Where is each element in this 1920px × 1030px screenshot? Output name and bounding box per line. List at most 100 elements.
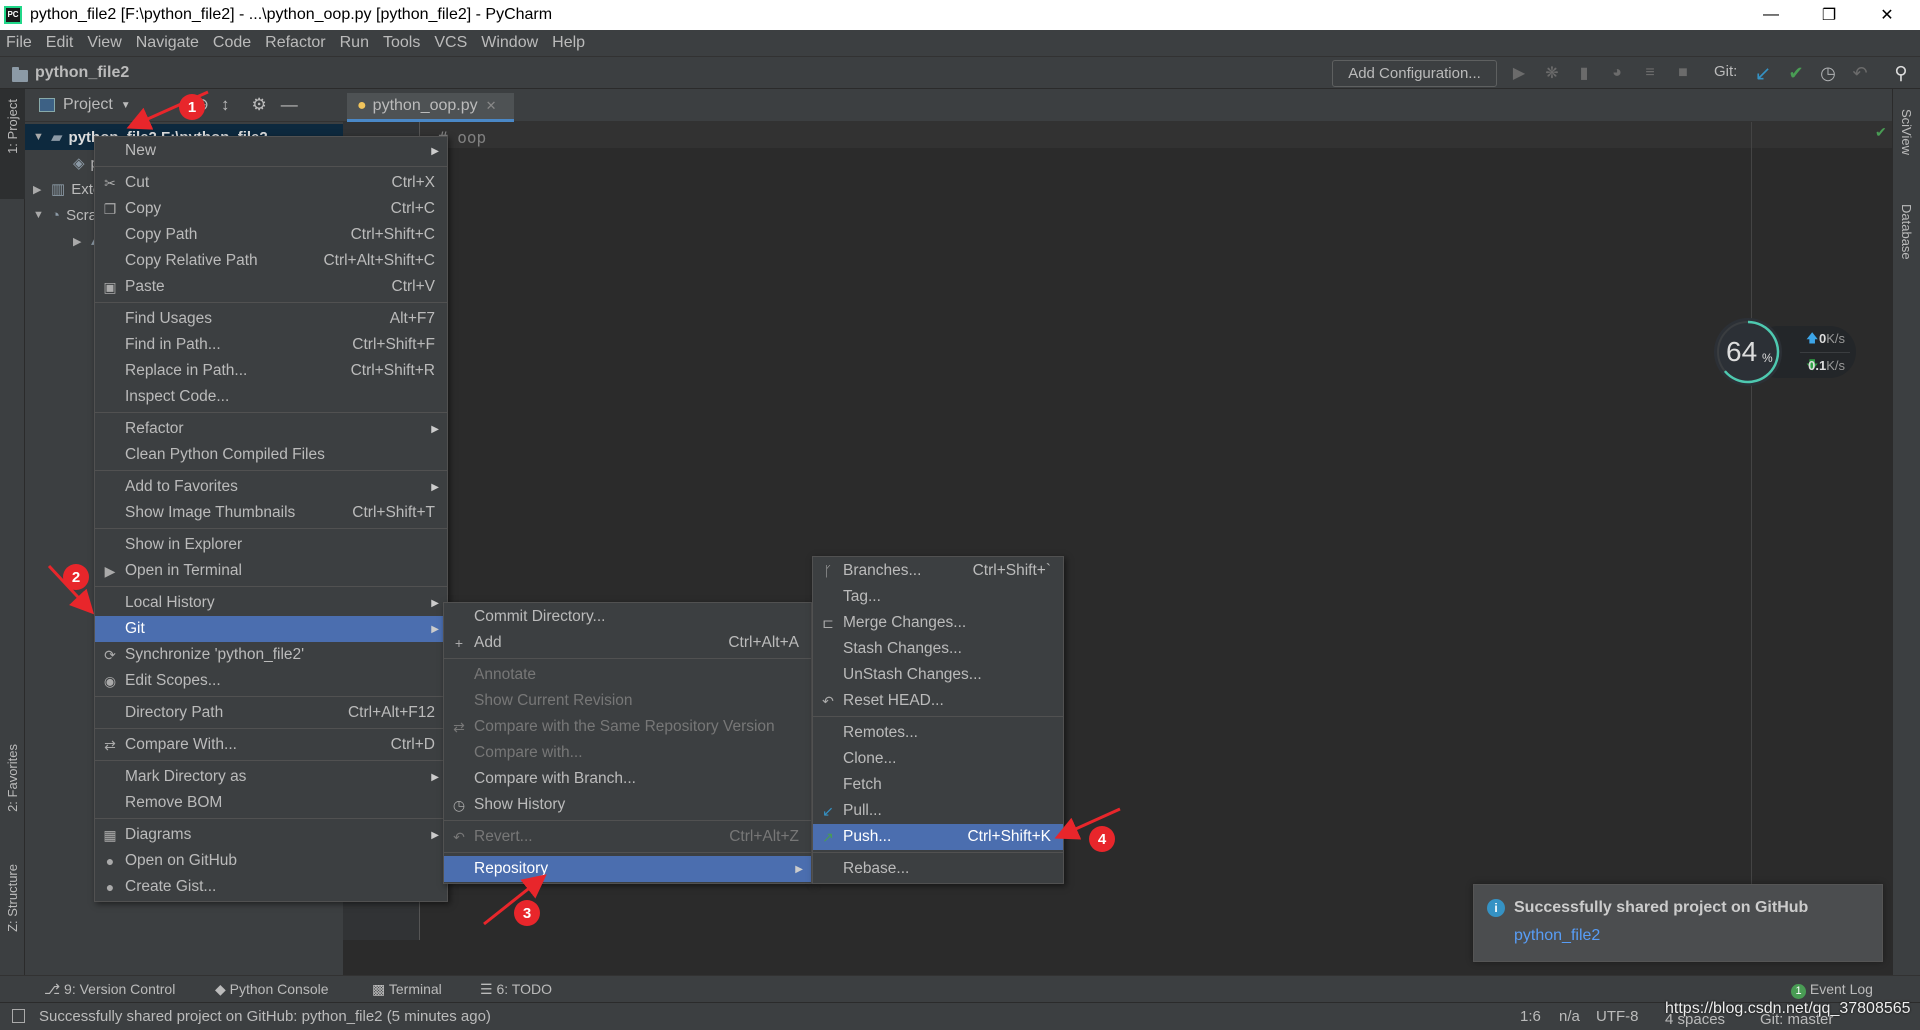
menu-item-commit-directory[interactable]: Commit Directory... <box>444 604 811 630</box>
menu-view[interactable]: View <box>87 34 121 52</box>
expand-down-icon[interactable]: ▼ <box>33 131 51 143</box>
git-rollback-icon[interactable]: ↶ <box>1849 62 1871 84</box>
expand-down-icon[interactable]: ▼ <box>33 209 51 221</box>
file-encoding[interactable]: UTF-8 <box>1596 1008 1639 1025</box>
close-button[interactable]: ✕ <box>1864 0 1910 30</box>
profile-icon[interactable]: ◕ <box>1606 62 1628 84</box>
menu-item-edit-scopes[interactable]: ◉ Edit Scopes... <box>95 668 447 694</box>
menu-item-show-image-thumbnails[interactable]: Show Image Thumbnails Ctrl+Shift+T <box>95 500 447 526</box>
status-message[interactable]: Successfully shared project on GitHub: p… <box>39 1008 491 1025</box>
menu-edit[interactable]: Edit <box>46 34 74 52</box>
menu-item-refactor[interactable]: Refactor ▶ <box>95 416 447 442</box>
chevron-down-icon[interactable]: ▼ <box>121 100 131 111</box>
menu-item-copy-path[interactable]: Copy Path Ctrl+Shift+C <box>95 222 447 248</box>
menu-item-new[interactable]: New ▶ <box>95 138 447 164</box>
menu-item-synchronize-python-file2[interactable]: ⟳ Synchronize 'python_file2' <box>95 642 447 668</box>
menu-item-add-to-favorites[interactable]: Add to Favorites ▶ <box>95 474 447 500</box>
menu-vcs[interactable]: VCS <box>434 34 467 52</box>
project-breadcrumb[interactable]: python_file2 <box>35 64 129 82</box>
menu-item-clean-python-compiled-files[interactable]: Clean Python Compiled Files <box>95 442 447 468</box>
sciview-tool-button[interactable]: SciView <box>1899 109 1914 155</box>
menu-item-local-history[interactable]: Local History ▶ <box>95 590 447 616</box>
concurrency-icon[interactable]: ≡ <box>1639 62 1661 84</box>
menu-item-add[interactable]: + Add Ctrl+Alt+A <box>444 630 811 656</box>
menu-item-unstash-changes[interactable]: UnStash Changes... <box>813 662 1063 688</box>
git-update-icon[interactable]: ↙ <box>1752 62 1774 85</box>
menu-item-rebase[interactable]: Rebase... <box>813 856 1063 882</box>
menu-item-repository[interactable]: Repository ▶ <box>444 856 811 882</box>
menu-item-label: Remove BOM <box>125 794 223 811</box>
favorites-tool-button[interactable]: 2: Favorites <box>5 744 20 812</box>
git-history-icon[interactable]: ◷ <box>1817 62 1839 84</box>
search-icon[interactable]: ⚲ <box>1890 62 1912 84</box>
menu-item-stash-changes[interactable]: Stash Changes... <box>813 636 1063 662</box>
menu-item-show-in-explorer[interactable]: Show in Explorer <box>95 532 447 558</box>
minimize-button[interactable]: — <box>1748 0 1794 30</box>
add-configuration-button[interactable]: Add Configuration... <box>1332 60 1497 87</box>
menu-item-pull[interactable]: ↙ Pull... <box>813 798 1063 824</box>
menu-item-branches[interactable]: ᚴ Branches... Ctrl+Shift+` <box>813 558 1063 584</box>
menu-item-open-in-terminal[interactable]: ▶ Open in Terminal <box>95 558 447 584</box>
menu-tools[interactable]: Tools <box>383 34 420 52</box>
menu-item-push[interactable]: ↗ Push... Ctrl+Shift+K <box>813 824 1063 850</box>
menu-code[interactable]: Code <box>213 34 251 52</box>
menu-run[interactable]: Run <box>340 34 369 52</box>
menu-item-show-history[interactable]: ◷ Show History <box>444 792 811 818</box>
gear-icon[interactable]: ⚙ <box>251 95 266 115</box>
run-icon[interactable]: ▶ <box>1508 62 1530 84</box>
terminal-tool-button[interactable]: ▩ Terminal <box>372 981 442 998</box>
project-view-selector[interactable]: Project <box>63 96 113 114</box>
hide-icon[interactable]: — <box>281 95 298 115</box>
menu-item-inspect-code[interactable]: Inspect Code... <box>95 384 447 410</box>
menu-file[interactable]: File <box>6 34 32 52</box>
coverage-icon[interactable]: ▮ <box>1573 62 1595 84</box>
menu-item-tag[interactable]: Tag... <box>813 584 1063 610</box>
menu-item-find-usages[interactable]: Find Usages Alt+F7 <box>95 306 447 332</box>
menu-item-find-in-path[interactable]: Find in Path... Ctrl+Shift+F <box>95 332 447 358</box>
menu-item-cut[interactable]: ✂ Cut Ctrl+X <box>95 170 447 196</box>
close-tab-icon[interactable]: ✕ <box>486 98 497 114</box>
menu-item-reset-head[interactable]: ↶ Reset HEAD... <box>813 688 1063 714</box>
caret-position[interactable]: 1:6 <box>1520 1008 1541 1025</box>
stop-icon[interactable]: ■ <box>1672 62 1694 84</box>
collapse-all-icon[interactable]: ↕ <box>221 95 230 115</box>
menu-navigate[interactable]: Navigate <box>136 34 199 52</box>
database-tool-button[interactable]: Database <box>1899 204 1914 260</box>
menu-item-merge-changes[interactable]: ⊏ Merge Changes... <box>813 610 1063 636</box>
menu-item-remotes[interactable]: Remotes... <box>813 720 1063 746</box>
menu-item-remove-bom[interactable]: Remove BOM <box>95 790 447 816</box>
expand-right-icon[interactable]: ▶ <box>73 235 91 248</box>
menu-item-replace-in-path[interactable]: Replace in Path... Ctrl+Shift+R <box>95 358 447 384</box>
menu-item-compare-with-branch[interactable]: Compare with Branch... <box>444 766 811 792</box>
project-tool-button[interactable]: 1: Project <box>5 99 20 154</box>
menu-item-paste[interactable]: ▣ Paste Ctrl+V <box>95 274 447 300</box>
menu-item-mark-directory-as[interactable]: Mark Directory as ▶ <box>95 764 447 790</box>
menu-item-git[interactable]: Git ▶ <box>95 616 447 642</box>
menu-item-create-gist[interactable]: ● Create Gist... <box>95 874 447 900</box>
version-control-tool-button[interactable]: ⎇ 9: Version Control <box>44 981 175 998</box>
debug-icon[interactable]: ❋ <box>1541 62 1563 84</box>
menu-item-compare-with[interactable]: ⇄ Compare With... Ctrl+D <box>95 732 447 758</box>
line-separator[interactable]: n/a <box>1559 1008 1580 1025</box>
menu-window[interactable]: Window <box>481 34 538 52</box>
menu-item-directory-path[interactable]: Directory Path Ctrl+Alt+F12 <box>95 700 447 726</box>
restore-button[interactable]: ❐ <box>1806 0 1852 30</box>
menu-refactor[interactable]: Refactor <box>265 34 325 52</box>
menu-item-fetch[interactable]: Fetch <box>813 772 1063 798</box>
notification-link[interactable]: python_file2 <box>1514 927 1600 945</box>
menu-item-open-on-github[interactable]: ● Open on GitHub <box>95 848 447 874</box>
menu-item-copy[interactable]: ❐ Copy Ctrl+C <box>95 196 447 222</box>
menu-help[interactable]: Help <box>552 34 585 52</box>
toggle-tool-windows-icon[interactable] <box>12 1009 25 1023</box>
menu-item-shortcut: Ctrl+Shift+C <box>350 226 435 243</box>
tab-python-oop[interactable]: ● python_oop.py ✕ <box>347 93 514 122</box>
expand-right-icon[interactable]: ▶ <box>33 183 51 196</box>
event-log-tool-button[interactable]: 1 Event Log <box>1791 981 1873 999</box>
menu-item-diagrams[interactable]: ▦ Diagrams ▶ <box>95 822 447 848</box>
git-commit-icon[interactable]: ✔ <box>1785 62 1807 84</box>
menu-item-copy-relative-path[interactable]: Copy Relative Path Ctrl+Alt+Shift+C <box>95 248 447 274</box>
structure-tool-button[interactable]: Z: Structure <box>5 864 20 932</box>
todo-tool-button[interactable]: ☰ 6: TODO <box>480 981 552 998</box>
menu-item-clone[interactable]: Clone... <box>813 746 1063 772</box>
python-console-tool-button[interactable]: ◆ Python Console <box>215 981 329 998</box>
